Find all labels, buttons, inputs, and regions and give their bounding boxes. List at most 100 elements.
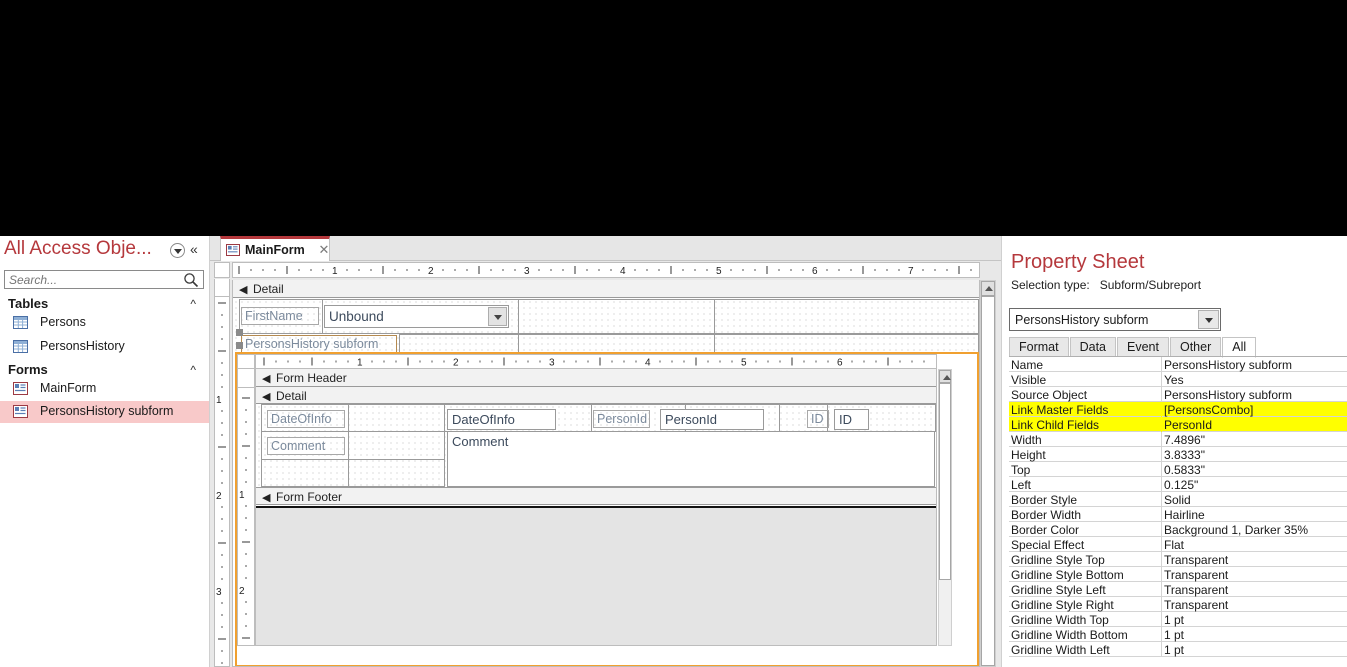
subform-personshistory[interactable]: 123456 12 ◀ Form Header ◀ Detail DateOfI… [237,354,977,665]
property-value[interactable]: Hairline [1164,508,1346,522]
property-row[interactable]: Special Effect Flat [1009,537,1347,552]
chevron-up-icon[interactable]: ^ [190,297,196,311]
property-row[interactable]: Gridline Style Top Transparent [1009,552,1347,567]
chevron-down-icon[interactable] [488,307,507,326]
property-value[interactable]: Background 1, Darker 35% [1164,523,1346,537]
property-value[interactable]: PersonId [1164,418,1346,432]
property-row[interactable]: Name PersonsHistory subform [1009,357,1347,372]
control-dateofinfo-label[interactable]: DateOfInfo [267,410,345,428]
property-row[interactable]: Height 3.8333" [1009,447,1347,462]
property-value[interactable]: 1 pt [1164,628,1346,642]
section-collapse-icon[interactable]: ◀ [262,372,270,385]
section-bar-form-header[interactable]: ◀ Form Header [256,369,936,387]
property-value[interactable]: 1 pt [1164,643,1346,657]
search-input[interactable] [6,271,176,288]
property-value[interactable]: Yes [1164,373,1346,387]
property-row[interactable]: Left 0.125" [1009,477,1347,492]
scroll-up-button[interactable] [939,370,951,383]
close-icon[interactable]: ✕ [317,243,331,257]
control-label-text: DateOfInfo [271,412,332,426]
tab-event[interactable]: Event [1117,337,1169,357]
control-personid-label[interactable]: PersonId [593,410,650,428]
property-row[interactable]: Gridline Width Left 1 pt [1009,642,1347,657]
property-value[interactable]: [PersonsCombo] [1164,403,1346,417]
scrollbar-thumb[interactable] [981,296,995,666]
control-id-label[interactable]: ID [807,410,829,428]
search-icon[interactable] [177,271,203,288]
section-bar-form-footer[interactable]: ◀ Form Footer [256,487,936,505]
nav-item-personshistory-subform[interactable]: PersonsHistory subform [0,401,209,423]
control-comment-textbox[interactable]: Comment [447,431,935,487]
nav-group-label: Forms [8,362,48,377]
tab-mainform[interactable]: MainForm ✕ [220,236,330,261]
property-row[interactable]: Gridline Width Top 1 pt [1009,612,1347,627]
section-collapse-icon[interactable]: ◀ [262,390,270,403]
control-id-textbox[interactable]: ID [834,409,869,430]
double-chevron-left-icon[interactable]: « [190,241,198,257]
property-name: Top [1011,463,1031,477]
property-value[interactable]: 3.8333" [1164,448,1346,462]
section-collapse-icon[interactable]: ◀ [262,491,270,504]
property-row[interactable]: Gridline Style Left Transparent [1009,582,1347,597]
property-value[interactable]: PersonsHistory subform [1164,358,1346,372]
section-collapse-icon[interactable]: ◀ [239,283,247,296]
control-personid-textbox[interactable]: PersonId [660,409,764,430]
subform-vertical-scrollbar[interactable] [938,369,952,646]
property-value[interactable]: 1 pt [1164,613,1346,627]
property-row[interactable]: Visible Yes [1009,372,1347,387]
subform-design-canvas[interactable]: ◀ Form Header ◀ Detail DateOfInfo DateOf… [255,369,937,646]
chevron-down-icon[interactable] [1198,310,1219,329]
property-row[interactable]: Link Master Fields [PersonsCombo] [1009,402,1347,417]
property-row[interactable]: Link Child Fields PersonId [1009,417,1347,432]
control-firstname-label[interactable]: FirstName [241,307,319,325]
property-value[interactable]: Transparent [1164,568,1346,582]
section-bar-subform-detail[interactable]: ◀ Detail [256,386,936,404]
nav-item-personshistory[interactable]: PersonsHistory [0,336,209,358]
property-value[interactable]: Solid [1164,493,1346,507]
property-row[interactable]: Gridline Style Right Transparent [1009,597,1347,612]
move-handle[interactable] [236,342,243,349]
property-row[interactable]: Border Color Background 1, Darker 35% [1009,522,1347,537]
scroll-up-button[interactable] [981,281,995,296]
tab-other[interactable]: Other [1169,337,1222,357]
property-row[interactable]: Border Style Solid [1009,492,1347,507]
property-value[interactable]: Transparent [1164,583,1346,597]
property-value[interactable]: PersonsHistory subform [1164,388,1346,402]
property-name: Gridline Style Right [1011,598,1114,612]
control-comment-label[interactable]: Comment [267,437,345,455]
property-value[interactable]: Transparent [1164,598,1346,612]
control-subform-label[interactable]: PersonsHistory subform [241,335,397,353]
tab-format[interactable]: Format [1009,337,1069,357]
property-value[interactable]: 0.125" [1164,478,1346,492]
property-row[interactable]: Width 7.4896" [1009,432,1347,447]
chevron-up-icon[interactable]: ^ [190,363,196,377]
form-design-canvas[interactable]: ◀ Detail FirstName Unbound PersonsHistor… [232,280,980,667]
property-grid[interactable]: Name PersonsHistory subform Visible Yes Sour… [1009,357,1347,667]
search-box[interactable] [4,270,204,289]
nav-item-persons[interactable]: Persons [0,312,209,334]
scrollbar-thumb[interactable] [939,383,951,580]
move-handle[interactable] [236,329,243,336]
tab-all[interactable]: All [1222,337,1257,358]
property-row[interactable]: Top 0.5833" [1009,462,1347,477]
property-value[interactable]: 7.4896" [1164,433,1346,447]
tab-data[interactable]: Data [1069,337,1116,357]
property-value[interactable]: Transparent [1164,553,1346,567]
control-label-text: PersonsHistory subform [245,337,379,351]
form-vertical-scrollbar[interactable] [980,280,996,667]
control-dateofinfo-textbox[interactable]: DateOfInfo [447,409,556,430]
property-value[interactable]: 0.5833" [1164,463,1346,477]
control-firstname-combobox[interactable]: Unbound [324,305,509,328]
property-row-separator [1161,552,1162,567]
shutter-bar-dropdown-icon[interactable] [170,243,185,258]
form-icon [13,405,28,418]
nav-item-mainform[interactable]: MainForm [0,378,209,400]
property-row[interactable]: Gridline Style Bottom Transparent [1009,567,1347,582]
svg-text:2: 2 [428,266,434,277]
property-row[interactable]: Source Object PersonsHistory subform [1009,387,1347,402]
property-sheet-object-combobox[interactable]: PersonsHistory subform [1009,308,1221,331]
property-value[interactable]: Flat [1164,538,1346,552]
property-row[interactable]: Border Width Hairline [1009,507,1347,522]
section-bar-detail[interactable]: ◀ Detail [233,280,979,298]
property-row[interactable]: Gridline Width Bottom 1 pt [1009,627,1347,642]
